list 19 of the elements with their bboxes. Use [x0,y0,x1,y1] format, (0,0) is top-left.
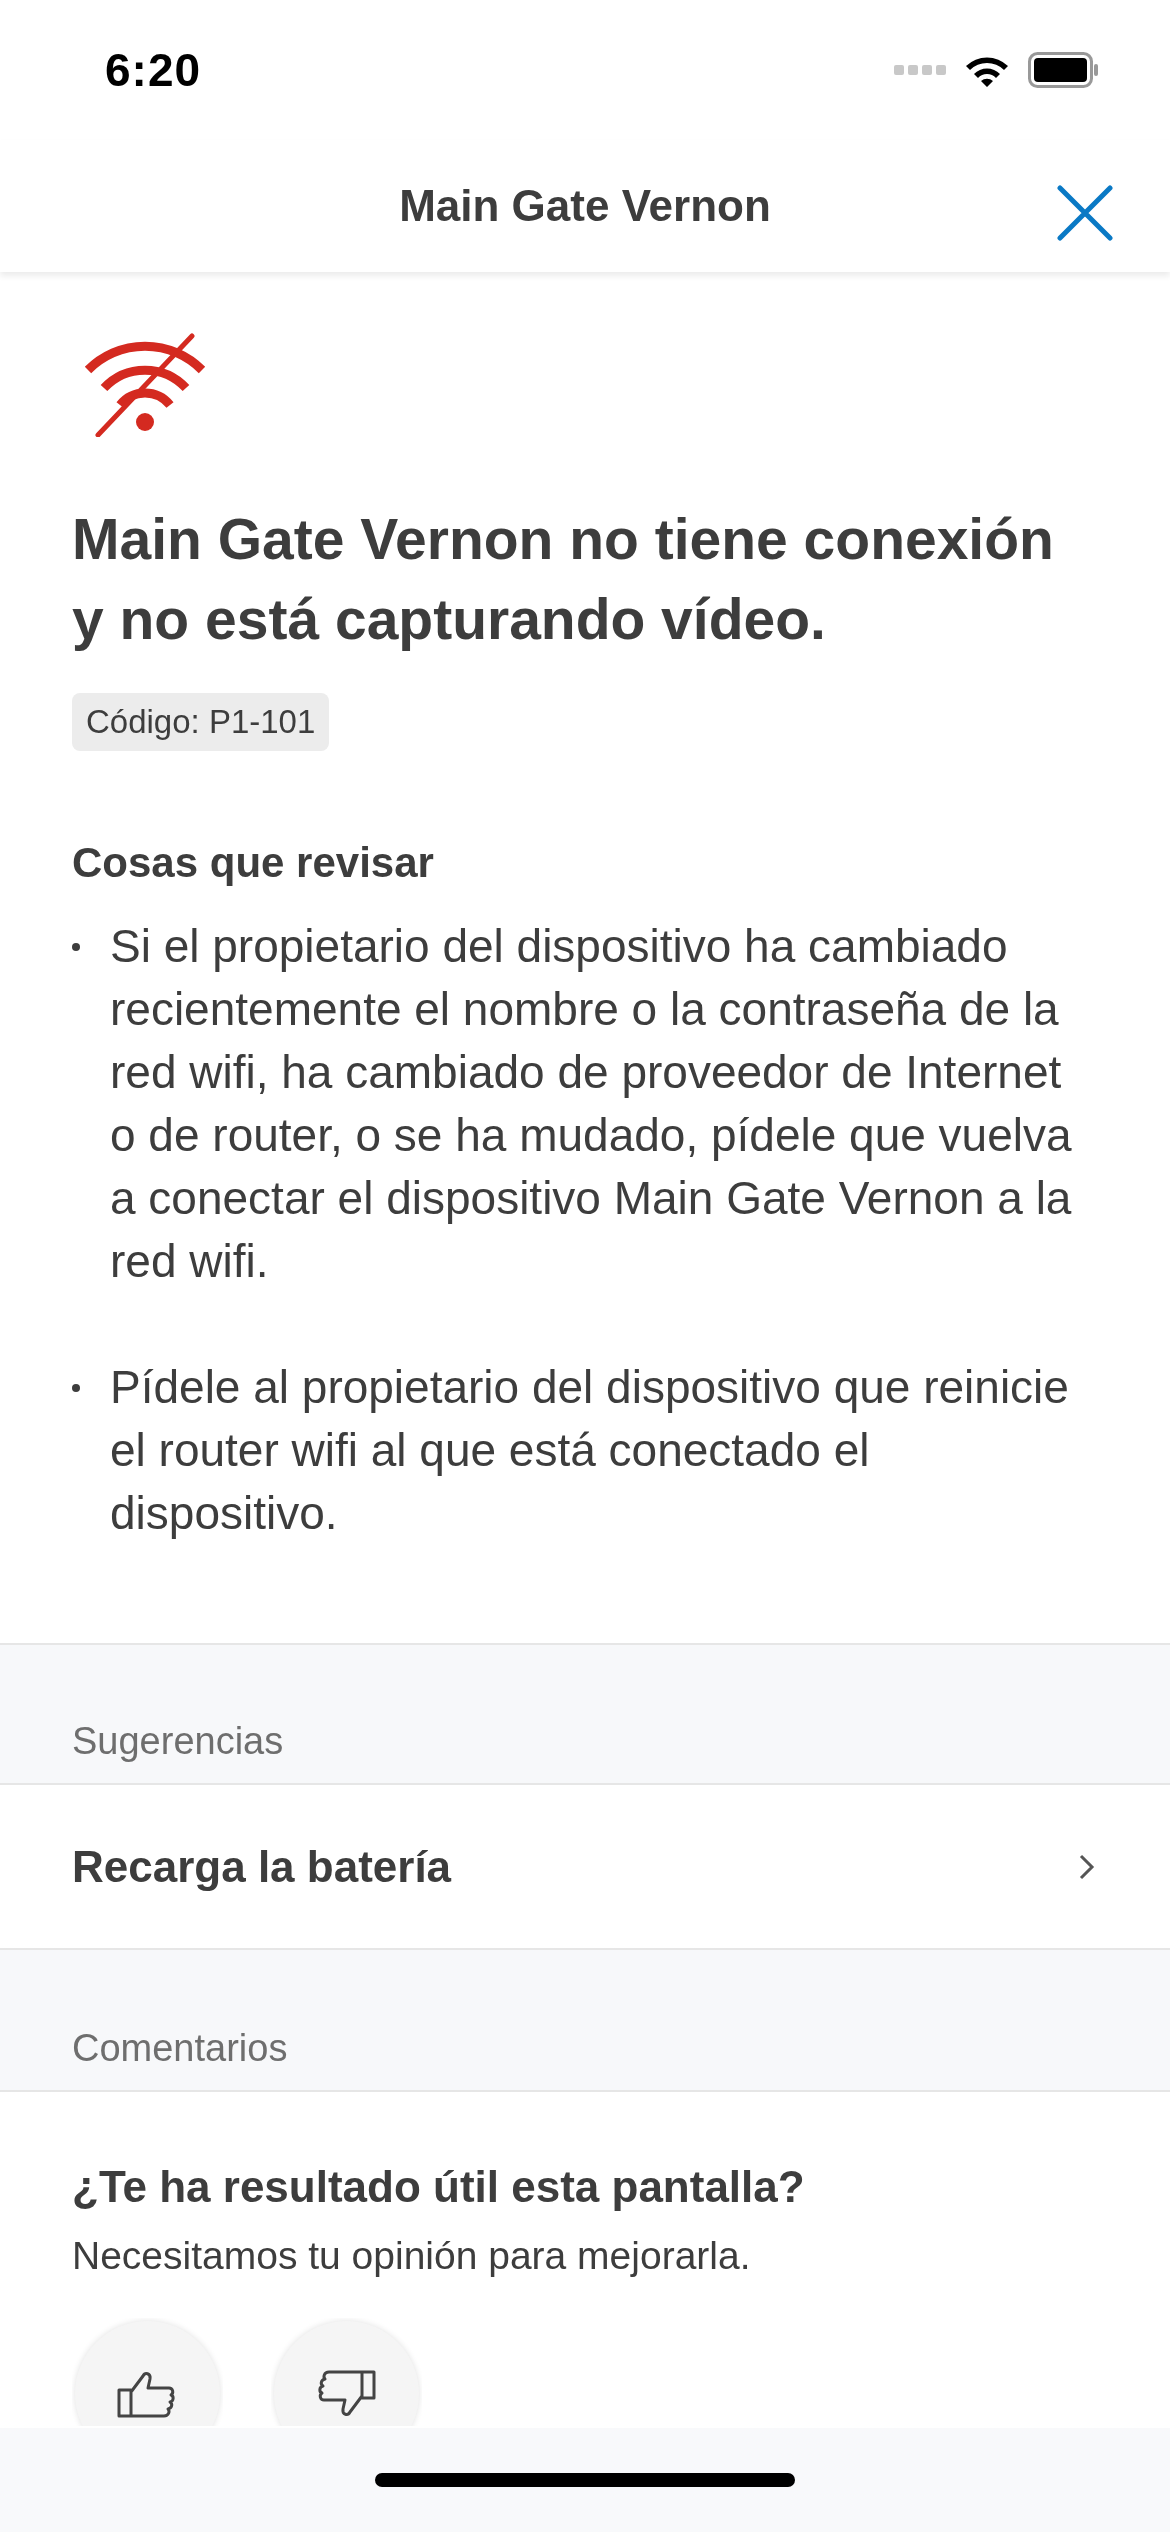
bullet-dot [72,1384,80,1392]
bullet-text: Si el propietario del dispositivo ha cambiado recientemente el nombre o la contraseña de la red wifi, ha cambiado de proveedor de Internet o de router, o se ha mudado, pídele que vuelva a conectar el dispositivo Main Gate Vernon a la red wifi. [110,919,1073,1289]
signal-icon [894,64,946,76]
thumbs-up-button[interactable] [72,2318,223,2426]
status-time: 6:20 [105,43,202,97]
feedback-subtitle: Necesitamos tu opinión para mejorarla. [72,2234,752,2278]
feedback-question: ¿Te ha resultado útil esta pantalla? [72,2162,806,2212]
section-header: Sugerencias [72,1720,284,1763]
suggestion-label: Recarga la batería [72,1841,452,1892]
bullet-dot [72,943,80,951]
alert-heading: Main Gate Vernon no tiene conexión y no está capturando vídeo. [72,506,1055,653]
section-header: Comentarios [72,2027,288,2070]
wifi-off-icon [84,332,206,437]
nav-title: Main Gate Vernon [399,181,771,231]
section-title: Cosas que revisar [72,839,435,887]
thumbs-down-button[interactable] [271,2318,422,2426]
error-code: Código: P1-101 [72,693,330,751]
battery-icon [1028,52,1100,88]
bullet-text: Pídele al propietario del dispositivo que reinicie el router wifi al que está conectado el dispositivo. [110,1360,1070,1541]
